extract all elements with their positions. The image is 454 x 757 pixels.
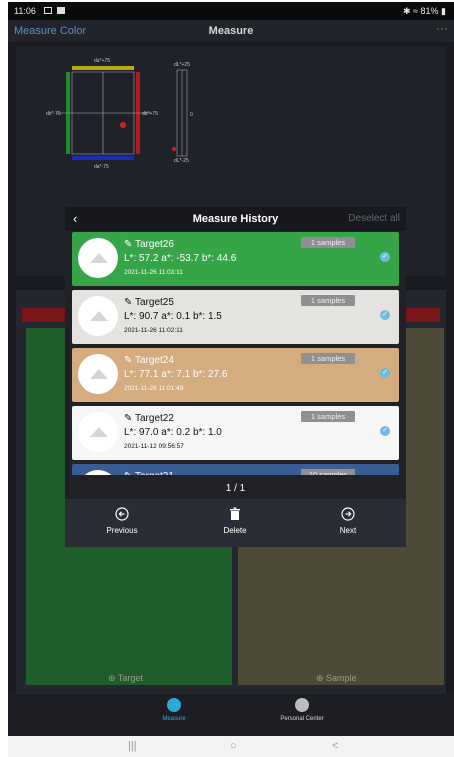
page-title: Measure (208, 25, 254, 37)
page-indicator: 1 / 1 (225, 483, 246, 494)
recents-button[interactable]: ||| (128, 740, 137, 752)
item-date: 2021-11-26 11:03:11 (124, 269, 183, 276)
item-date: 2021-11-26 11:02:11 (124, 327, 183, 334)
thumbnail-placeholder (78, 296, 118, 336)
gauge-label-top: da*+75 (94, 58, 110, 64)
deselect-all-button[interactable]: Deselect all (348, 213, 400, 224)
item-lab-values: L*: 57.2 a*: -53.7 b*: 44.6 (124, 253, 237, 264)
notification-icon (57, 7, 65, 14)
item-name: ✎ Target21 (124, 471, 174, 475)
selected-check-icon[interactable]: ✓ (380, 368, 390, 378)
nav-personal-label: Personal Center (280, 716, 324, 722)
edit-icon[interactable]: ✎ (124, 413, 135, 424)
selected-check-icon[interactable]: ✓ (380, 252, 390, 262)
item-date: 2021-11-26 11:01:49 (124, 385, 184, 392)
target-label: ⊕ Target (108, 673, 143, 683)
back-button[interactable]: < (332, 740, 338, 752)
history-item[interactable]: ✎ Target26 L*: 57.2 a*: -53.7 b*: 44.6 202… (72, 232, 399, 286)
history-item[interactable]: ✎ Target24 L*: 77.1 a*: 7.1 b*: 27.6 2021-… (72, 348, 399, 402)
item-name: ✎ Target24 (124, 355, 174, 366)
battery-level: 81% (420, 6, 439, 16)
device-screen: 11:06 ✱ ≈ 81% ▮ Measure Color Measure ··… (0, 0, 454, 757)
nav-measure-label: Measure (162, 716, 186, 722)
gauge-bar-yellow (72, 66, 134, 70)
item-name: ✎ Target25 (124, 297, 174, 308)
delete-button[interactable]: Delete (195, 507, 275, 535)
bluetooth-icon: ✱ ≈ (403, 6, 421, 16)
history-item[interactable]: ✎ Target22 L*: 97.0 a*: 0.2 b*: 1.0 2021-1… (72, 406, 399, 460)
image-icon (90, 427, 108, 437)
more-icon[interactable]: ··· (436, 21, 448, 35)
item-name: ✎ Target26 (124, 239, 174, 250)
image-icon (90, 311, 108, 321)
delete-label: Delete (223, 526, 247, 535)
edit-icon[interactable]: ✎ (124, 239, 135, 250)
item-lab-values: L*: 97.0 a*: 0.2 b*: 1.0 (124, 427, 222, 438)
gauge-bar-blue (72, 156, 134, 160)
person-icon (295, 698, 309, 712)
thumbnail-placeholder (78, 354, 118, 394)
nav-measure[interactable]: Measure (114, 698, 234, 722)
thumbnail-placeholder (78, 238, 118, 278)
gauge-label-left: db*-75 (46, 111, 61, 117)
l-gauge-label-mid: 0 (190, 112, 193, 118)
ab-gauge: da*+75 db*-75 db*+75 da*-75 (46, 58, 158, 170)
app-bar: Measure Color Measure ··· (8, 20, 454, 42)
gauge-label-bottom: da*-75 (94, 164, 109, 170)
thumbnail-placeholder (78, 470, 118, 475)
history-list: ✎ Target26 L*: 57.2 a*: -53.7 b*: 44.6 202… (72, 232, 399, 475)
sample-label: ⊕ Sample (316, 673, 357, 683)
l-gauge-marker (172, 147, 176, 151)
item-lab-values: L*: 90.7 a*: 0.1 b*: 1.5 (124, 311, 222, 322)
home-button[interactable]: ○ (230, 740, 237, 752)
edit-icon[interactable]: ✎ (124, 471, 135, 475)
battery-icon: ▮ (438, 6, 446, 16)
system-navigation-bar: ||| ○ < (8, 736, 454, 757)
image-icon (90, 369, 108, 379)
item-lab-values: L*: 77.1 a*: 7.1 b*: 27.6 (124, 369, 228, 380)
next-button[interactable]: Next (308, 507, 388, 535)
item-name: ✎ Target22 (124, 413, 174, 424)
thumbnail-placeholder (78, 412, 118, 452)
sample-count-badge: 10 samples (301, 469, 355, 475)
gauge-marker (120, 122, 126, 128)
palette-icon (167, 698, 181, 712)
history-item[interactable]: ✎ Target25 L*: 90.7 a*: 0.1 b*: 1.5 2021-1… (72, 290, 399, 344)
gallery-icon (44, 7, 52, 14)
previous-button[interactable]: Previous (82, 507, 162, 535)
arrow-left-circle-icon (115, 507, 129, 521)
sample-count-badge: 1 samples (301, 237, 355, 248)
previous-label: Previous (106, 526, 138, 535)
edit-icon[interactable]: ✎ (124, 297, 135, 308)
status-bar: 11:06 ✱ ≈ 81% ▮ (8, 2, 454, 20)
next-label: Next (339, 526, 357, 535)
image-icon (90, 253, 108, 263)
l-gauge-label-bottom: dL*-25 (174, 158, 189, 164)
status-time: 11:06 (14, 6, 36, 16)
l-gauge: dL*+25 0 dL*-25 (172, 62, 193, 164)
sample-count-badge: 1 samples (301, 411, 355, 422)
dialog-header: ‹ Measure History Deselect all (65, 207, 406, 231)
gauge-label-right: db*+75 (142, 111, 158, 117)
item-date: 2021-11-12 09:56:57 (124, 443, 184, 450)
selected-check-icon[interactable]: ✓ (380, 426, 390, 436)
selected-check-icon[interactable]: ✓ (380, 310, 390, 320)
nav-personal-center[interactable]: Personal Center (242, 698, 362, 722)
dialog-actions: Previous Delete Next (65, 499, 406, 547)
sample-count-badge: 1 samples (301, 295, 355, 306)
history-item[interactable]: ✎ Target21 10 samples (72, 464, 399, 475)
sample-count-badge: 1 samples (301, 353, 355, 364)
l-gauge-label-top: dL*+25 (174, 62, 190, 68)
trash-icon (230, 507, 240, 520)
measure-history-dialog: ‹ Measure History Deselect all ✎ Target2… (65, 207, 406, 547)
bottom-nav: Measure Personal Center (8, 694, 454, 736)
edit-icon[interactable]: ✎ (124, 355, 135, 366)
arrow-right-circle-icon (341, 507, 355, 521)
status-right: ✱ ≈ 81% ▮ (403, 6, 446, 17)
